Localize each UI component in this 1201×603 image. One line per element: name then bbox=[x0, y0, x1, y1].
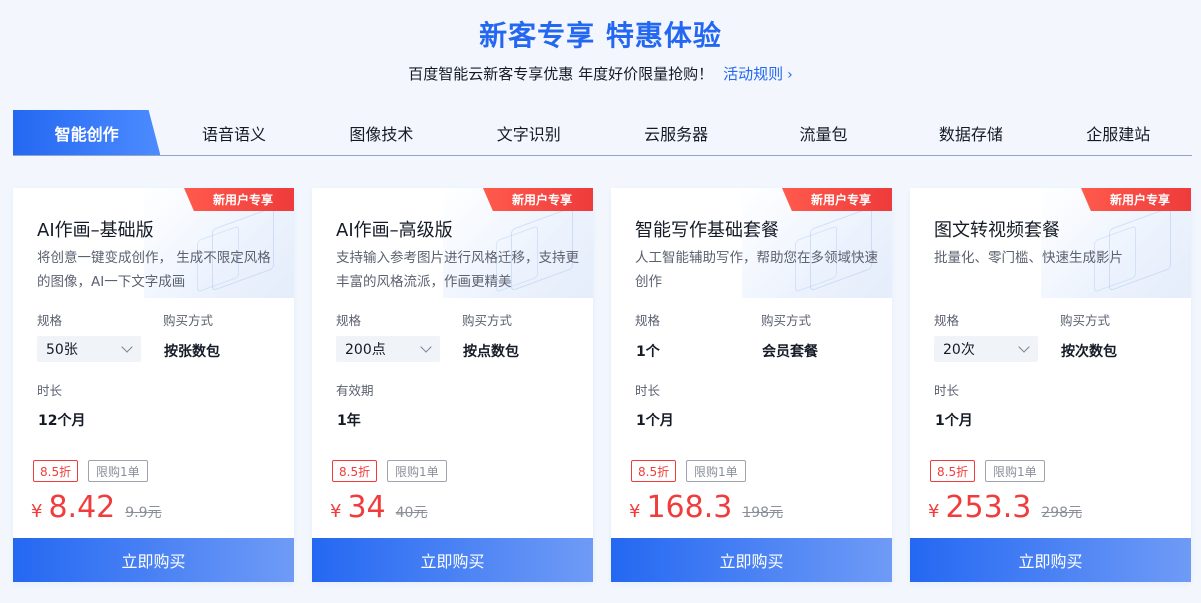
original-price: 198元 bbox=[742, 505, 784, 521]
original-price: 298元 bbox=[1041, 505, 1083, 521]
price-value: 34 bbox=[347, 490, 386, 525]
price: ¥ 168.3 198元 bbox=[629, 490, 783, 525]
currency-symbol: ¥ bbox=[928, 501, 940, 522]
tab-image-tech[interactable]: 图像技术 bbox=[308, 110, 455, 155]
price: ¥ 253.3 298元 bbox=[928, 490, 1082, 525]
purchase-method-value: 按点数包 bbox=[463, 344, 519, 360]
duration-label: 时长 bbox=[635, 383, 661, 398]
spec-label: 规格 bbox=[37, 313, 63, 328]
price: ¥ 34 40元 bbox=[330, 490, 427, 525]
spec-value: 1个 bbox=[636, 344, 660, 360]
new-user-ribbon: 新用户专享 bbox=[1081, 188, 1191, 211]
card-title: 图文转视频套餐 bbox=[934, 220, 1060, 241]
spec-select[interactable]: 50张 bbox=[37, 336, 141, 362]
discount-badge: 8.5折 bbox=[930, 460, 976, 482]
chevron-right-icon[interactable]: › bbox=[787, 67, 793, 83]
spec-select-value: 20次 bbox=[943, 342, 975, 358]
purchase-method-label: 购买方式 bbox=[163, 313, 214, 328]
spec-label: 规格 bbox=[336, 313, 362, 328]
card-description: 批量化、零门槛、快速生成影片 bbox=[934, 250, 1123, 266]
chevron-down-icon bbox=[1018, 341, 1030, 353]
spec-select-value: 200点 bbox=[345, 342, 386, 358]
duration-value: 1个月 bbox=[636, 413, 674, 429]
hero-subtitle: 百度智能云新客专享优惠 年度好价限量抢购！ 活动规则 › bbox=[0, 63, 1201, 84]
discount-badge: 8.5折 bbox=[332, 460, 378, 482]
activity-rules-link[interactable]: 活动规则 bbox=[723, 65, 783, 83]
spec-label: 规格 bbox=[934, 313, 960, 328]
purchase-method-label: 购买方式 bbox=[1060, 313, 1111, 328]
price-value: 8.42 bbox=[48, 490, 116, 525]
currency-symbol: ¥ bbox=[629, 501, 641, 522]
buy-now-button[interactable]: 立即购买 bbox=[312, 538, 593, 582]
card-description: 将创意一键变成创作， 生成不限定风格的图像，AI一下文字成画 bbox=[37, 250, 271, 290]
card-description: 支持输入参考图片进行风格迁移，支持更丰富的风格流派，作画更精美 bbox=[336, 250, 579, 290]
buy-now-button[interactable]: 立即购买 bbox=[611, 538, 892, 582]
product-card: 新用户专享 智能写作基础套餐 人工智能辅助写作，帮助您在多领域快速创作 规格 购… bbox=[611, 188, 892, 582]
product-card: 新用户专享 AI作画–基础版 将创意一键变成创作， 生成不限定风格的图像，AI一… bbox=[13, 188, 294, 582]
new-user-ribbon: 新用户专享 bbox=[184, 188, 294, 211]
tab-site-building[interactable]: 企服建站 bbox=[1045, 110, 1192, 155]
card-description: 人工智能辅助写作，帮助您在多领域快速创作 bbox=[635, 250, 878, 290]
product-card: 新用户专享 图文转视频套餐 批量化、零门槛、快速生成影片 规格 购买方式 20次… bbox=[910, 188, 1191, 582]
chevron-down-icon bbox=[121, 341, 133, 353]
price: ¥ 8.42 9.9元 bbox=[31, 490, 162, 525]
purchase-method-value: 按张数包 bbox=[164, 344, 220, 360]
purchase-method-label: 购买方式 bbox=[462, 313, 513, 328]
purchase-method-value: 按次数包 bbox=[1061, 344, 1117, 360]
chevron-down-icon bbox=[420, 341, 432, 353]
purchase-method-label: 购买方式 bbox=[761, 313, 812, 328]
buy-now-button[interactable]: 立即购买 bbox=[13, 538, 294, 582]
spec-select[interactable]: 200点 bbox=[336, 336, 440, 362]
card-title: AI作画–基础版 bbox=[37, 220, 154, 241]
discount-badge: 8.5折 bbox=[33, 460, 79, 482]
duration-label: 时长 bbox=[37, 383, 63, 398]
spec-select[interactable]: 20次 bbox=[934, 336, 1038, 362]
tab-ocr[interactable]: 文字识别 bbox=[455, 110, 602, 155]
new-user-ribbon: 新用户专享 bbox=[483, 188, 593, 211]
duration-value: 12个月 bbox=[38, 413, 86, 429]
currency-symbol: ¥ bbox=[330, 501, 342, 522]
card-title: 智能写作基础套餐 bbox=[635, 220, 779, 241]
purchase-method-value: 会员套餐 bbox=[762, 344, 818, 360]
purchase-limit-badge: 限购1单 bbox=[387, 460, 447, 482]
spec-select-value: 50张 bbox=[46, 342, 78, 358]
price-value: 253.3 bbox=[945, 490, 1032, 525]
duration-value: 1年 bbox=[337, 413, 361, 429]
duration-value: 1个月 bbox=[935, 413, 973, 429]
spec-label: 规格 bbox=[635, 313, 661, 328]
purchase-limit-badge: 限购1单 bbox=[88, 460, 148, 482]
hero-subtitle-text: 百度智能云新客专享优惠 年度好价限量抢购！ bbox=[408, 65, 714, 83]
tab-smart-creation[interactable]: 智能创作 bbox=[13, 110, 161, 155]
product-card: 新用户专享 AI作画–高级版 支持输入参考图片进行风格迁移，支持更丰富的风格流派… bbox=[312, 188, 593, 582]
product-cards: 新用户专享 AI作画–基础版 将创意一键变成创作， 生成不限定风格的图像，AI一… bbox=[13, 188, 1192, 582]
purchase-limit-badge: 限购1单 bbox=[686, 460, 746, 482]
original-price: 40元 bbox=[395, 505, 428, 521]
duration-label: 时长 bbox=[934, 383, 960, 398]
duration-label: 有效期 bbox=[336, 383, 374, 398]
buy-now-button[interactable]: 立即购买 bbox=[910, 538, 1191, 582]
discount-badge: 8.5折 bbox=[631, 460, 677, 482]
tab-speech-semantics[interactable]: 语音语义 bbox=[160, 110, 307, 155]
price-value: 168.3 bbox=[646, 490, 733, 525]
card-title: AI作画–高级版 bbox=[336, 220, 453, 241]
category-tabs: 智能创作 语音语义 图像技术 文字识别 云服务器 流量包 数据存储 企服建站 bbox=[13, 110, 1192, 156]
currency-symbol: ¥ bbox=[31, 501, 43, 522]
original-price: 9.9元 bbox=[125, 505, 162, 521]
new-user-ribbon: 新用户专享 bbox=[782, 188, 892, 211]
page-title: 新客专享 特惠体验 bbox=[479, 19, 722, 52]
tab-traffic-package[interactable]: 流量包 bbox=[750, 110, 897, 155]
tab-cloud-server[interactable]: 云服务器 bbox=[603, 110, 750, 155]
tab-data-storage[interactable]: 数据存储 bbox=[897, 110, 1044, 155]
purchase-limit-badge: 限购1单 bbox=[985, 460, 1045, 482]
